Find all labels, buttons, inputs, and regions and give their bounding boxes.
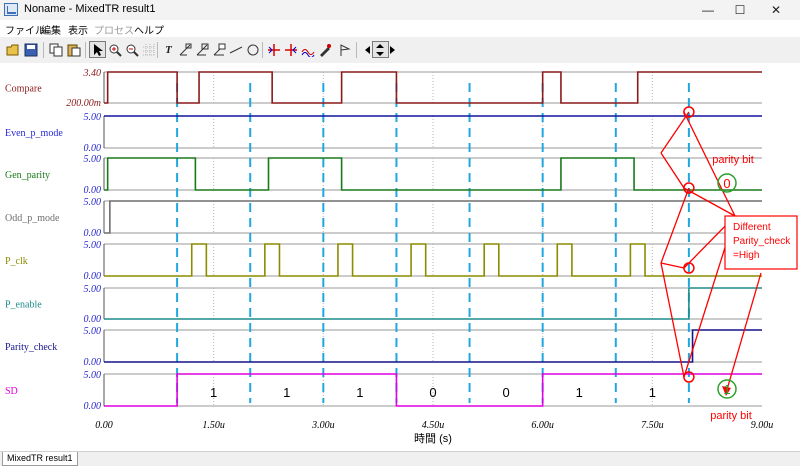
parity-bit-label-1: parity bit (712, 154, 754, 166)
app-icon (4, 3, 18, 16)
signal-label: Compare (5, 84, 42, 95)
y-min-label: 0.00 (84, 401, 102, 412)
signal-label: P_clk (5, 256, 28, 267)
open-folder-icon[interactable] (4, 41, 21, 58)
zoom-in-icon[interactable] (106, 41, 123, 58)
x-tick-label: 4.50u (422, 420, 445, 431)
cursor-1-icon[interactable] (265, 41, 282, 58)
x-axis-title: 時間 (s) (414, 432, 452, 445)
annotation-line (660, 187, 690, 264)
x-tick-label: 1.50u (202, 420, 225, 431)
paste-icon[interactable] (65, 41, 82, 58)
callout-text: Parity_check (733, 236, 791, 247)
callout-text: =High (733, 250, 759, 261)
y-max-label: 5.00 (84, 197, 102, 208)
copy-icon[interactable] (47, 41, 64, 58)
toolbar-separator (43, 42, 44, 58)
signal-label: P_enable (5, 300, 42, 311)
pencil-tool-icon[interactable] (316, 41, 333, 58)
signal-label: SD (5, 386, 18, 397)
result-tab[interactable]: MixedTR result1 (2, 452, 78, 466)
flag-tool-icon[interactable] (336, 41, 353, 58)
toolbar-separator (262, 42, 263, 58)
line-tool-icon[interactable] (227, 41, 244, 58)
sd-bit-label: 0 (429, 385, 436, 400)
signal-label: Even_p_mode (5, 128, 63, 139)
parity-bit-label-2: parity bit (710, 410, 752, 422)
status-bar: MixedTR result1 (0, 451, 800, 466)
y-min-label: 0.00 (84, 185, 102, 196)
y-max-label: 3.40 (83, 68, 102, 79)
window-title: Noname - MixedTR result1 (24, 3, 156, 15)
y-min-label: 0.00 (84, 357, 102, 368)
y-max-label: 5.00 (84, 284, 102, 295)
x-tick-label: 3.00u (311, 420, 335, 431)
y-max-label: 5.00 (84, 326, 102, 337)
callout-text: Different (733, 222, 771, 233)
save-icon[interactable] (22, 41, 39, 58)
wave-tool-icon[interactable] (299, 41, 316, 58)
toolbar-separator (85, 42, 86, 58)
minimize-button[interactable]: — (690, 0, 726, 20)
toolbar-separator (356, 42, 357, 58)
x-tick-label: 7.50u (641, 420, 664, 431)
y-max-label: 5.00 (84, 370, 102, 381)
parity-bit-value-1: 0 (723, 176, 730, 191)
waveform-viewer[interactable]: Compare 3.40 200.00m Even_p_mode 5.00 0.00 Gen… (0, 63, 800, 451)
y-max-label: 5.00 (84, 154, 102, 165)
toolbar-separator (157, 42, 158, 58)
y-min-label: 0.00 (84, 314, 102, 325)
menu-view[interactable]: 表示 (68, 22, 88, 37)
sd-bit-label: 1 (576, 385, 583, 400)
maximize-button[interactable]: ☐ (722, 0, 758, 20)
arrow-right-icon[interactable] (385, 41, 402, 58)
y-min-label: 200.00m (66, 98, 101, 109)
close-button[interactable]: ✕ (758, 0, 794, 20)
x-tick-label: 0.00 (95, 420, 113, 431)
grid-icon[interactable] (140, 41, 157, 58)
signal-label: Odd_p_mode (5, 213, 60, 224)
annotation-line (660, 111, 690, 154)
menu-edit[interactable]: 編集 (41, 22, 61, 37)
sd-bit-label: 1 (210, 385, 217, 400)
y-max-label: 5.00 (84, 240, 102, 251)
waveform-chart[interactable]: Compare3.40200.00mEven_p_mode5.000.00Gen… (0, 63, 800, 451)
zoom-out-icon[interactable] (123, 41, 140, 58)
y-max-label: 5.00 (84, 112, 102, 123)
text-tool-icon[interactable]: T (160, 41, 177, 58)
toolbar: T (0, 37, 800, 64)
menu-process[interactable]: プロセス (94, 22, 134, 37)
circle-tool-icon[interactable] (244, 41, 261, 58)
cursor-2-icon[interactable] (282, 41, 299, 58)
sd-bit-label: 0 (502, 385, 509, 400)
annotation-line (660, 262, 685, 269)
label-tool-3-icon[interactable] (210, 41, 227, 58)
menu-file[interactable]: ファイル (5, 22, 45, 37)
y-min-label: 0.00 (84, 143, 102, 154)
menu-help[interactable]: ヘルプ (134, 22, 164, 37)
select-arrow-icon[interactable] (89, 41, 106, 58)
x-tick-label: 6.00u (531, 420, 554, 431)
label-tool-2-icon[interactable] (193, 41, 210, 58)
sd-bit-label: 1 (283, 385, 290, 400)
parity-bit-value-2: 1 (723, 382, 730, 397)
menu-bar: ファイル 編集 表示 プロセス ヘルプ (0, 20, 800, 37)
label-tool-icon[interactable] (176, 41, 193, 58)
title-bar: Noname - MixedTR result1 — ☐ ✕ (0, 0, 800, 20)
y-min-label: 0.00 (84, 228, 102, 239)
annotation-line (660, 262, 685, 378)
sd-bit-label: 1 (649, 385, 656, 400)
signal-label: Parity_check (5, 342, 57, 353)
signal-label: Gen_parity (5, 170, 50, 181)
x-tick-label: 9.00u (751, 420, 774, 431)
annotation-line (725, 272, 762, 394)
y-min-label: 0.00 (84, 271, 102, 282)
sd-bit-label: 1 (356, 385, 363, 400)
